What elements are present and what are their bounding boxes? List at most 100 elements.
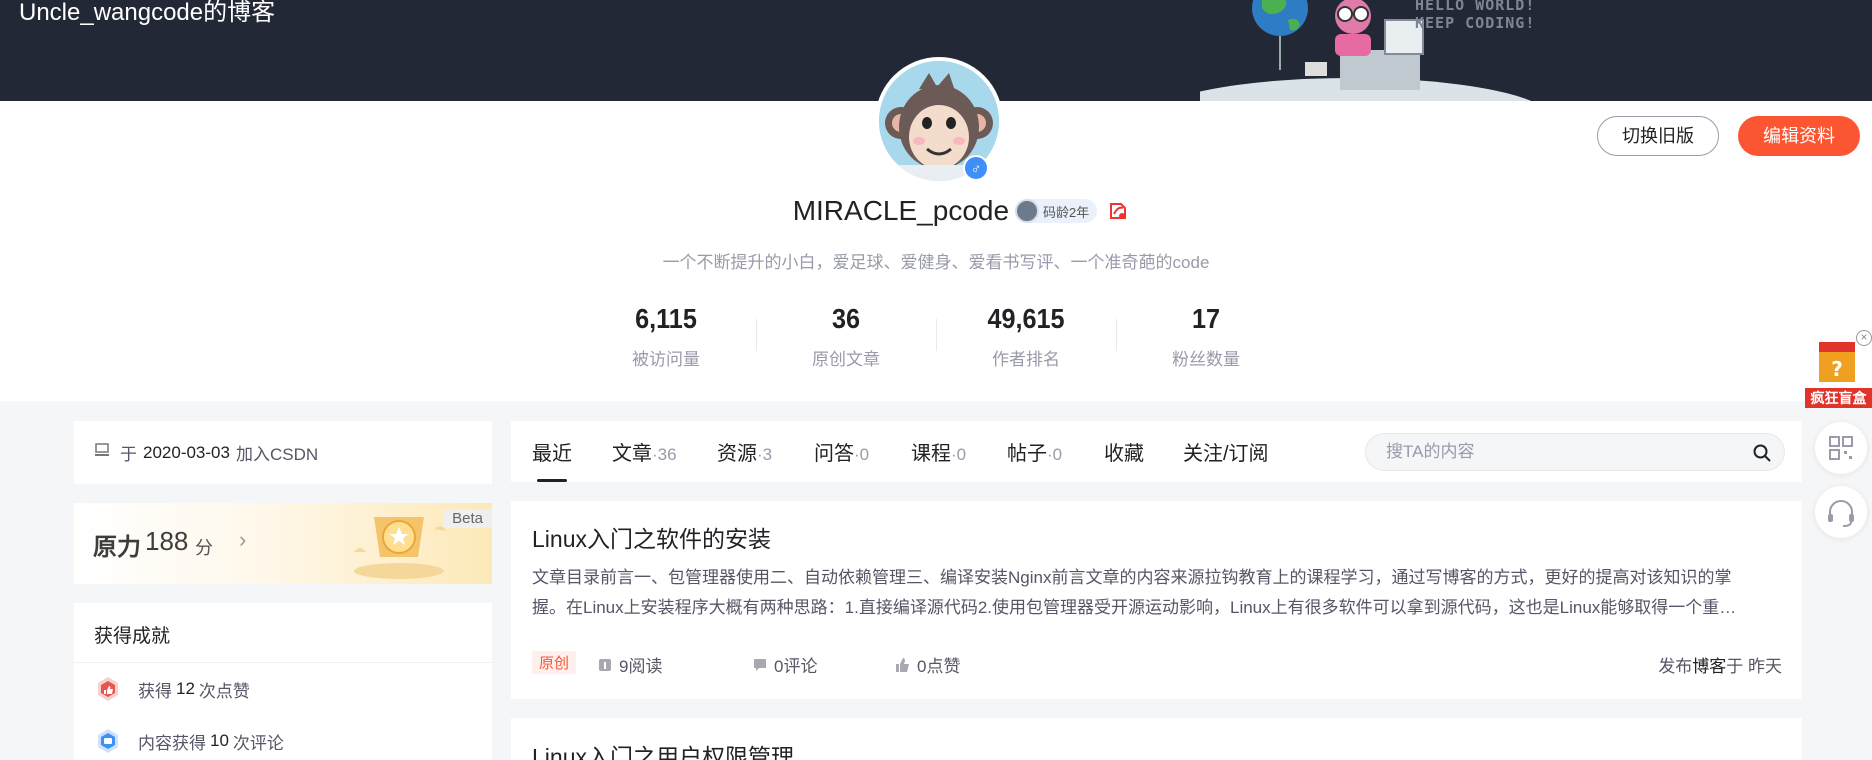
- achievement-suffix: 次点赞: [198, 681, 250, 701]
- tab-label: 关注/订阅: [1183, 443, 1269, 465]
- username-row: MIRACLE_pcode 码龄2年: [0, 193, 1872, 229]
- article-card[interactable]: Linux入门之软件的安装 文章目录前言一、包管理器使用二、自动依赖管理三、编译…: [511, 501, 1802, 699]
- qr-code-icon: [1829, 436, 1853, 460]
- stat-value: 36: [831, 303, 861, 334]
- svg-text:?: ?: [1831, 357, 1843, 381]
- like-count-label: 0点赞: [917, 657, 961, 676]
- search-input[interactable]: [1386, 434, 1726, 470]
- banner-slogan-line2: KEEP CODING!: [1415, 14, 1536, 32]
- tab-recent[interactable]: 最近: [532, 437, 572, 466]
- stat-label: 被访问量: [632, 350, 700, 369]
- tab-articles[interactable]: 文章·36: [612, 437, 677, 466]
- achievement-suffix: 次评论: [232, 733, 284, 753]
- article-title[interactable]: Linux入门之用户权限管理: [532, 738, 794, 760]
- join-prefix: 于: [120, 445, 137, 464]
- stat-author-rank[interactable]: 49,615 作者排名: [936, 299, 1116, 370]
- edit-profile-button[interactable]: 编辑资料: [1738, 116, 1860, 156]
- read-count: 9阅读: [597, 652, 662, 677]
- beta-badge: Beta: [443, 509, 492, 528]
- close-icon[interactable]: ×: [1856, 330, 1872, 346]
- achievements-title: 获得成就: [74, 603, 492, 663]
- join-suffix: 加入CSDN: [235, 445, 319, 464]
- stat-value: 6,115: [635, 303, 697, 334]
- code-age-label: 码龄2年: [1043, 204, 1090, 220]
- blind-box-promo[interactable]: ? 疯狂盲盒 ×: [1805, 330, 1872, 408]
- stat-label: 作者排名: [992, 350, 1060, 369]
- search-icon[interactable]: [1752, 443, 1772, 463]
- stat-original-articles[interactable]: 36 原创文章: [756, 299, 936, 370]
- tab-label: 文章: [612, 443, 652, 465]
- achievement-likes: 获得 12 次点赞: [74, 663, 492, 715]
- article-meta: 原创 9阅读 0评论 0点赞 发布博客于 昨天: [532, 651, 1782, 677]
- headset-icon: [1828, 500, 1854, 527]
- comment-icon: [754, 658, 766, 671]
- achievement-count: 10: [210, 731, 229, 750]
- tab-label: 问答: [814, 443, 854, 465]
- banner-slogan: HELLO WORLD! KEEP CODING!: [1415, 0, 1535, 32]
- tab-count: ·0: [951, 445, 967, 464]
- article-card[interactable]: Linux入门之用户权限管理: [511, 718, 1802, 760]
- tab-count: ·0: [854, 445, 870, 464]
- tab-count: ·0: [1047, 445, 1063, 464]
- tab-count: ·3: [757, 445, 773, 464]
- blog-expert-icon[interactable]: [1107, 200, 1129, 222]
- active-tab-indicator: [537, 479, 567, 482]
- like-achievement-icon: [98, 677, 118, 701]
- tab-count: ·36: [652, 445, 677, 464]
- join-date: 2020-03-03: [143, 442, 230, 462]
- original-tag: 原创: [532, 651, 577, 674]
- customer-service-button[interactable]: [1815, 486, 1867, 538]
- tab-posts[interactable]: 帖子·0: [1007, 437, 1062, 466]
- force-score-card[interactable]: 原力 188 分 › Beta: [74, 503, 492, 584]
- chevron-right-icon[interactable]: ›: [239, 527, 246, 553]
- stat-visits[interactable]: 6,115 被访问量: [576, 299, 756, 370]
- stat-fans[interactable]: 17 粉丝数量: [1116, 299, 1296, 370]
- tab-label: 课程: [911, 443, 951, 465]
- blog-title[interactable]: Uncle_wangcode的博客: [19, 0, 275, 26]
- tab-favorites[interactable]: 收藏: [1104, 437, 1144, 466]
- achievement-count: 12: [176, 679, 195, 698]
- blind-box-label: 疯狂盲盒: [1805, 388, 1872, 408]
- stat-value: 49,615: [987, 303, 1065, 334]
- search-box: [1365, 433, 1785, 471]
- code-age-icon: [1015, 199, 1040, 223]
- comment-achievement-icon: [98, 729, 118, 753]
- computer-icon: [94, 442, 110, 463]
- tab-qa[interactable]: 问答·0: [814, 437, 869, 466]
- article-description: 文章目录前言一、包管理器使用二、自动依赖管理三、编译安装Nginx前言文章的内容…: [532, 563, 1782, 623]
- banner-slogan-line1: HELLO WORLD!: [1415, 0, 1536, 14]
- read-icon: [599, 658, 611, 671]
- like-count[interactable]: 0点赞: [895, 652, 960, 677]
- achievement-prefix: 内容获得: [138, 733, 206, 753]
- tab-label: 帖子: [1007, 443, 1047, 465]
- article-description-line: 文章目录前言一、包管理器使用二、自动依赖管理三、编译安装Nginx前言文章的内容…: [532, 568, 1732, 587]
- tab-courses[interactable]: 课程·0: [911, 437, 966, 466]
- username: MIRACLE_pcode: [792, 195, 1010, 226]
- force-unit: 分: [195, 538, 213, 558]
- read-count-label: 9阅读: [619, 657, 663, 676]
- tab-resources[interactable]: 资源·3: [717, 437, 772, 466]
- thumbs-up-icon: [896, 657, 909, 672]
- comment-count-label: 0评论: [774, 657, 818, 676]
- tab-following[interactable]: 关注/订阅: [1183, 437, 1269, 466]
- comment-count[interactable]: 0评论: [752, 652, 817, 677]
- force-score: 188: [145, 526, 189, 556]
- qr-code-button[interactable]: [1815, 422, 1867, 474]
- force-title: 原力: [93, 534, 141, 561]
- medal-icon: [354, 517, 446, 579]
- achievement-prefix: 获得: [138, 681, 172, 701]
- tab-label: 最近: [532, 443, 572, 465]
- code-age-badge[interactable]: 码龄2年: [1015, 199, 1098, 223]
- article-description-line: 握。在Linux上安装程序大概有两种思路：1.直接编译源代码2.使用包管理器受开…: [532, 598, 1737, 617]
- stats-row: 6,115 被访问量 36 原创文章 49,615 作者排名 17 粉丝数量: [0, 299, 1872, 370]
- article-title[interactable]: Linux入门之软件的安装: [532, 520, 771, 554]
- user-bio: 一个不断提升的小白，爱足球、爱健身、爱看书写评、一个准奇葩的code: [662, 253, 1210, 272]
- stat-value: 17: [1191, 303, 1221, 334]
- switch-old-version-button[interactable]: 切换旧版: [1597, 116, 1719, 156]
- achievement-comments: 内容获得 10 次评论: [74, 715, 492, 760]
- publish-time: 于 昨天: [1726, 657, 1782, 676]
- male-gender-icon: ♂: [963, 155, 989, 181]
- publish-info: 发布博客于 昨天: [1658, 652, 1782, 677]
- stat-label: 粉丝数量: [1172, 350, 1240, 369]
- stat-label: 原创文章: [812, 350, 880, 369]
